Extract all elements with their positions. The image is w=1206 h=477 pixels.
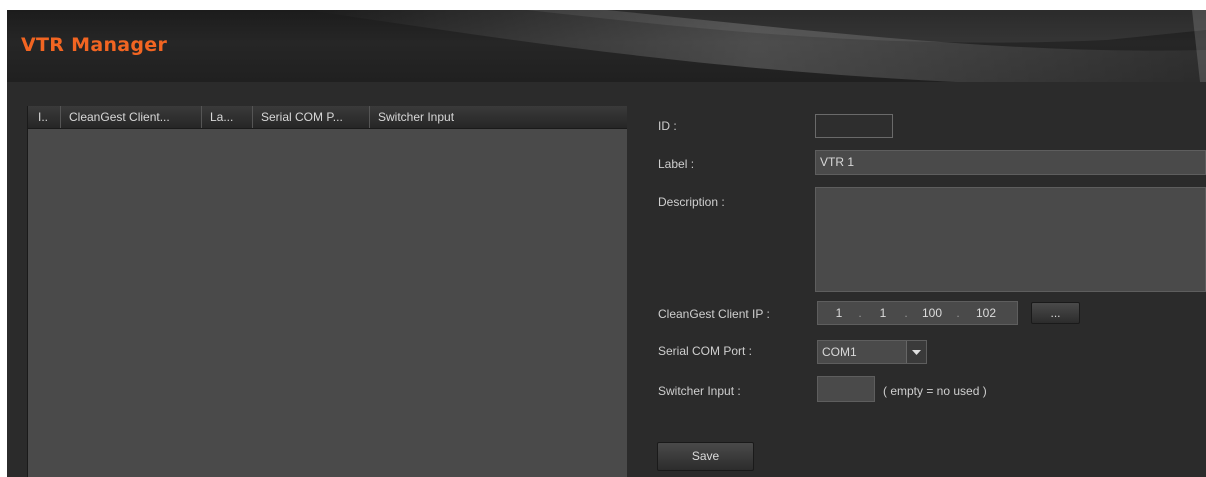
ip-octet-4[interactable]: 102 <box>964 302 1008 324</box>
cleangest-ip-label: CleanGest Client IP : <box>658 307 770 321</box>
column-header-cleangest-client[interactable]: CleanGest Client... <box>61 106 202 128</box>
serial-com-port-value: COM1 <box>822 345 857 359</box>
switcher-input-hint: ( empty = no used ) <box>883 384 987 398</box>
column-header-switcher-input[interactable]: Switcher Input <box>370 106 628 128</box>
id-label: ID : <box>658 119 677 133</box>
description-textarea[interactable] <box>815 187 1206 292</box>
description-label: Description : <box>658 195 725 209</box>
column-header-serial-com-port[interactable]: Serial COM P... <box>253 106 370 128</box>
chevron-down-icon[interactable] <box>906 341 926 363</box>
vtr-list[interactable]: I.. CleanGest Client... La... Serial COM… <box>27 106 628 477</box>
vtr-manager-window: VTR Manager I.. CleanGest Client... La..… <box>7 10 1206 477</box>
ip-octet-2[interactable]: 1 <box>866 302 900 324</box>
browse-ip-button[interactable]: ... <box>1031 302 1080 324</box>
list-header: I.. CleanGest Client... La... Serial COM… <box>28 106 628 129</box>
ip-octet-3[interactable]: 100 <box>912 302 952 324</box>
cleangest-ip-input[interactable]: 1 . 1 . 100 . 102 <box>817 301 1018 325</box>
header-swoosh-graphic <box>307 10 1206 82</box>
id-field[interactable] <box>815 114 893 138</box>
label-field-label: Label : <box>658 157 695 171</box>
ip-separator: . <box>904 306 908 320</box>
save-button[interactable]: Save <box>657 442 754 471</box>
header-banner: VTR Manager <box>7 10 1206 82</box>
switcher-input-label: Switcher Input : <box>658 384 741 398</box>
switcher-input-field[interactable] <box>817 376 875 402</box>
vtr-form: ID : Label : VTR 1 Description : CleanGe… <box>627 82 1206 477</box>
column-header-label[interactable]: La... <box>202 106 253 128</box>
ip-octet-1[interactable]: 1 <box>824 302 854 324</box>
label-field[interactable]: VTR 1 <box>815 150 1206 175</box>
column-header-id[interactable]: I.. <box>28 106 61 128</box>
ip-separator: . <box>956 306 960 320</box>
app-title: VTR Manager <box>21 34 168 56</box>
ip-separator: . <box>858 306 862 320</box>
serial-com-port-label: Serial COM Port : <box>658 344 753 358</box>
serial-com-port-select[interactable]: COM1 <box>817 340 927 364</box>
